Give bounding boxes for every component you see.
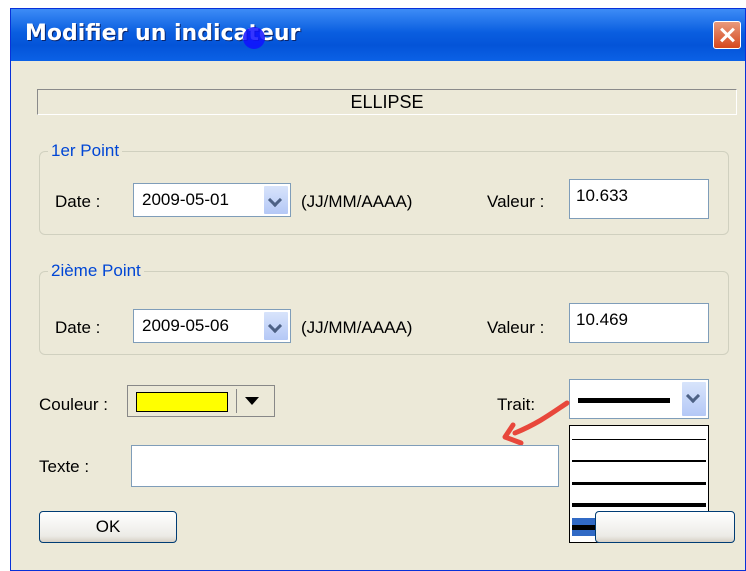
trait-selected-line — [578, 398, 670, 403]
trait-combo[interactable] — [569, 379, 709, 419]
point2-date-label: Date : — [55, 318, 101, 337]
color-picker[interactable] — [127, 385, 275, 417]
cancel-button[interactable] — [595, 511, 735, 543]
color-label: Couleur : — [39, 395, 108, 414]
chevron-down-icon[interactable] — [263, 311, 289, 341]
trait-option[interactable] — [572, 430, 706, 448]
trait-option-line — [572, 439, 706, 440]
point1-date-format: (JJ/MM/AAAA) — [301, 192, 413, 211]
point2-value-label: Valeur : — [487, 318, 545, 337]
point2-legend: 2ième Point — [51, 261, 141, 280]
point1-value-label: Valeur : — [487, 192, 545, 211]
point2-date-format: (JJ/MM/AAAA) — [301, 318, 413, 337]
ok-button[interactable]: OK — [39, 511, 177, 543]
close-icon[interactable] — [713, 21, 741, 49]
point2-date-value: 2009-05-06 — [142, 316, 229, 335]
mouse-cursor-highlight — [243, 27, 265, 49]
point1-value-input[interactable]: 10.633 — [569, 179, 709, 219]
chevron-down-icon[interactable] — [681, 381, 707, 417]
point1-date-label: Date : — [55, 192, 101, 211]
trait-option[interactable] — [572, 474, 706, 492]
chevron-down-icon[interactable] — [263, 185, 289, 215]
point1-date-value: 2009-05-01 — [142, 190, 229, 209]
trait-option-line — [572, 482, 706, 485]
point1-value: 10.633 — [576, 186, 628, 205]
title-bar[interactable]: Modifier un indicateur — [11, 9, 745, 61]
point2-date-combo[interactable]: 2009-05-06 — [133, 309, 291, 343]
trait-option-line — [572, 503, 706, 507]
point2-value-input[interactable]: 10.469 — [569, 303, 709, 343]
color-swatch — [136, 392, 228, 412]
text-label: Texte : — [39, 457, 90, 476]
trait-option[interactable] — [572, 452, 706, 470]
text-input[interactable] — [131, 445, 559, 487]
point1-legend: 1er Point — [51, 141, 120, 160]
trait-option-line — [572, 460, 706, 462]
point2-value: 10.469 — [576, 310, 628, 329]
dialog-window: Modifier un indicateur ELLIPSE 1er Point… — [10, 8, 746, 571]
point1-date-combo[interactable]: 2009-05-01 — [133, 183, 291, 217]
triangle-down-icon[interactable] — [236, 389, 269, 413]
shape-type-label: ELLIPSE — [37, 89, 737, 115]
